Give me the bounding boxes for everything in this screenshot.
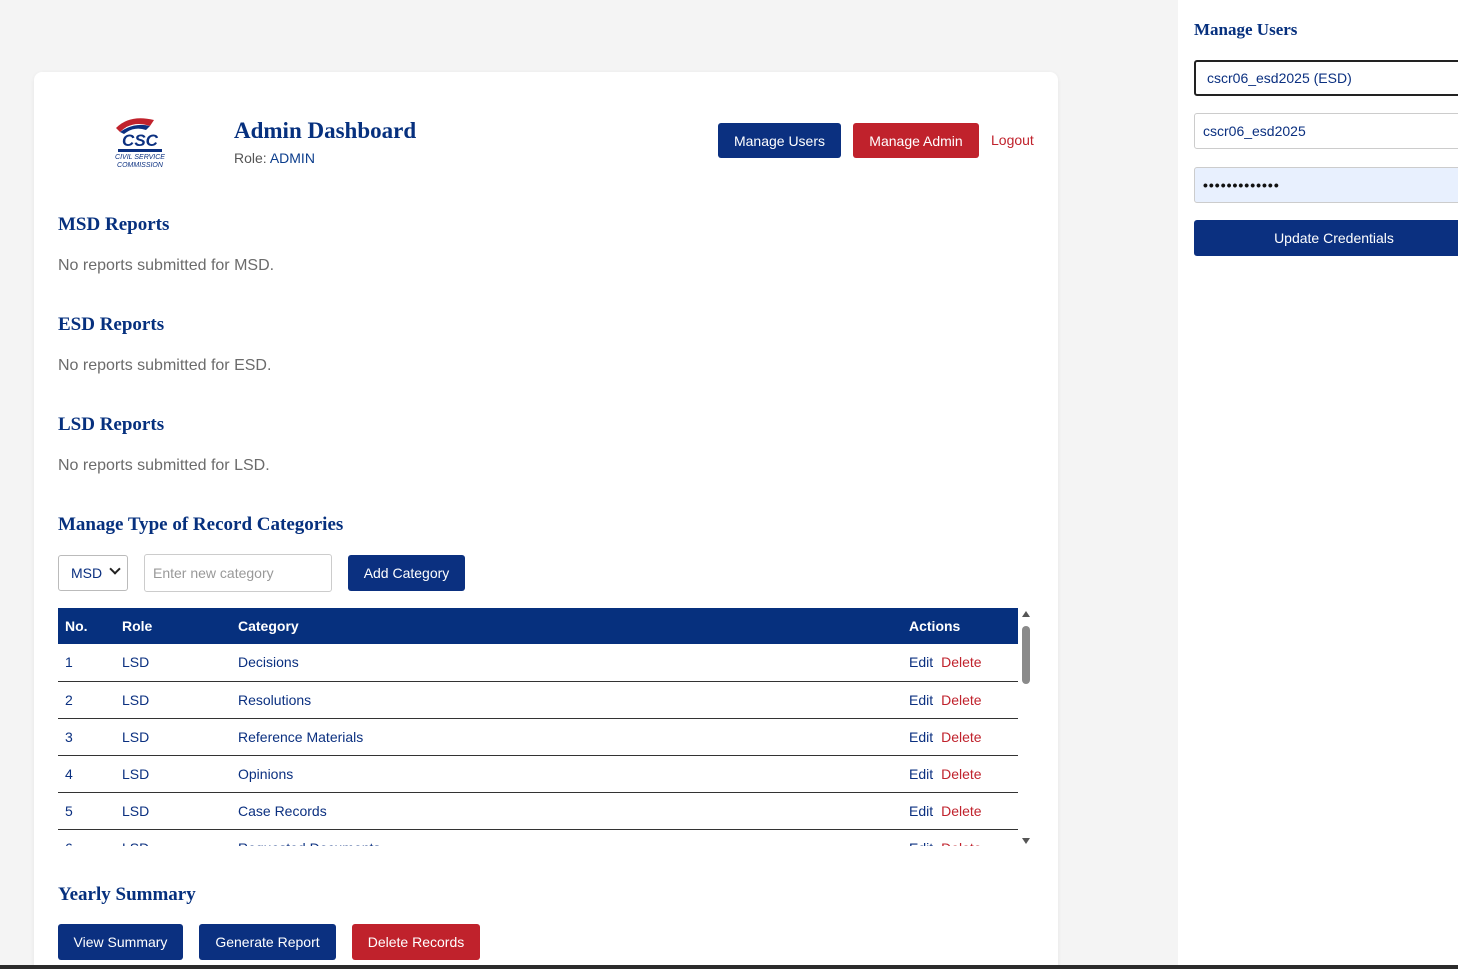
lsd-reports-empty: No reports submitted for LSD. [58,457,270,474]
cell-category: Reference Materials [238,728,364,745]
cell-category: Case Records [238,802,327,819]
esd-reports-title: ESD Reports [58,314,165,335]
esd-reports-empty: No reports submitted for ESD. [58,357,272,374]
csc-logo: CSC CIVIL SERVICE COMMISSION [115,118,165,169]
cell-no: 6 [58,829,116,847]
logout-link[interactable]: Logout [991,132,1034,148]
table-row: 5 LSD Case Records Edit Delete [58,792,1018,829]
col-category: Category [238,618,299,634]
category-input[interactable] [144,554,332,592]
scroll-thumb[interactable] [1022,626,1030,684]
edit-link[interactable]: Edit [909,729,933,745]
svg-text:CIVIL SERVICE: CIVIL SERVICE [115,154,165,161]
role-select-value: MSD [71,565,103,581]
delete-link[interactable]: Delete [941,654,981,670]
svg-text:COMMISSION: COMMISSION [117,162,164,169]
view-summary-button[interactable]: View Summary [58,924,183,960]
delete-link[interactable]: Delete [941,840,981,847]
manage-users-title: Manage Users [1194,20,1298,39]
manage-users-panel: Manage Users cscr06_esd2025 (ESD) cscr06… [1178,0,1458,969]
role-value: ADMIN [269,150,315,166]
delete-records-button[interactable]: Delete Records [352,924,480,960]
edit-link[interactable]: Edit [909,692,933,708]
password-field[interactable]: ••••••••••••• [1194,167,1458,203]
role-select[interactable]: MSD [58,555,128,591]
bottom-edge [0,965,1458,969]
cell-no: 2 [65,691,73,708]
user-select[interactable]: cscr06_esd2025 (ESD) [1194,60,1458,96]
role-label: Role: [234,150,267,166]
manage-users-button[interactable]: Manage Users [718,123,841,158]
table-scrollbar[interactable] [1020,608,1032,846]
page-title: Admin Dashboard [234,118,417,143]
col-no: No. [65,618,88,634]
delete-link[interactable]: Delete [941,692,981,708]
edit-link[interactable]: Edit [909,766,933,782]
cell-role: LSD [122,728,150,745]
categories-title: Manage Type of Record Categories [58,514,344,535]
scroll-up-arrow-icon[interactable] [1022,611,1030,617]
manage-admin-button[interactable]: Manage Admin [853,123,979,158]
generate-report-button[interactable]: Generate Report [199,924,336,960]
add-category-button[interactable]: Add Category [348,555,465,591]
cell-role: LSD [122,802,150,819]
yearly-summary-title: Yearly Summary [58,884,196,905]
table-row: 4 LSD Opinions Edit Delete [58,755,1018,792]
edit-link[interactable]: Edit [909,654,933,670]
delete-link[interactable]: Delete [941,729,981,745]
edit-link[interactable]: Edit [909,840,933,847]
cell-category: Decisions [238,654,299,671]
table-row: 1 LSD Decisions Edit Delete [58,644,1018,681]
msd-reports-title: MSD Reports [58,214,170,235]
cell-role: LSD [122,691,150,708]
categories-table: No. Role Category Actions 1 LSD Decision… [58,608,1018,846]
table-row: 6 LSD Requested Documents Edit Delete [58,829,1018,847]
table-header-row: No. Role Category Actions [58,608,1018,644]
cell-category: Resolutions [238,691,312,708]
cell-role: LSD [116,829,232,847]
col-role: Role [122,618,153,634]
edit-link[interactable]: Edit [909,803,933,819]
role-line: Role: ADMIN [234,150,315,166]
username-field[interactable]: cscr06_esd2025 [1194,113,1458,149]
delete-link[interactable]: Delete [941,803,981,819]
lsd-reports-title: LSD Reports [58,414,165,435]
cell-role: LSD [122,765,150,782]
scroll-down-arrow-icon[interactable] [1022,838,1030,844]
categories-table-container[interactable]: No. Role Category Actions 1 LSD Decision… [58,608,1018,846]
svg-text:CSC: CSC [122,131,159,150]
msd-reports-empty: No reports submitted for MSD. [58,257,275,274]
col-actions: Actions [909,618,961,634]
cell-no: 3 [65,728,73,745]
dashboard-card: CSC CIVIL SERVICE COMMISSION Admin Dashb… [34,72,1058,969]
delete-link[interactable]: Delete [941,766,981,782]
update-credentials-button[interactable]: Update Credentials [1194,220,1458,256]
cell-no: 1 [65,654,73,671]
cell-no: 5 [65,802,73,819]
cell-no: 4 [65,765,73,782]
cell-category: Requested Documents [232,829,902,847]
table-row: 2 LSD Resolutions Edit Delete [58,681,1018,718]
table-row: 3 LSD Reference Materials Edit Delete [58,718,1018,755]
cell-category: Opinions [238,765,294,782]
chevron-down-icon [109,563,121,575]
cell-role: LSD [122,654,150,671]
